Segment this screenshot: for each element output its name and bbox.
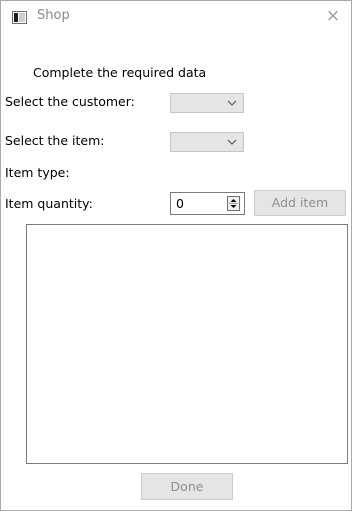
quantity-label: Item quantity: — [5, 196, 93, 211]
customer-combobox[interactable] — [170, 93, 244, 113]
items-listbox[interactable] — [26, 224, 348, 464]
spinner-arrows-icon[interactable] — [227, 196, 240, 211]
item-type-label: Item type: — [5, 165, 70, 180]
app-window-icon — [12, 11, 27, 24]
chevron-down-icon — [227, 135, 237, 152]
add-item-button[interactable]: Add item — [254, 190, 346, 216]
item-label: Select the item: — [5, 133, 105, 148]
chevron-down-icon — [227, 96, 237, 113]
close-button[interactable]: × — [315, 1, 351, 33]
done-button[interactable]: Done — [141, 473, 233, 500]
window-title: Shop — [37, 8, 70, 23]
close-icon: × — [325, 6, 341, 26]
shop-window: Shop × Complete the required data Select… — [0, 0, 352, 511]
form-heading: Complete the required data — [33, 65, 207, 80]
quantity-stepper[interactable]: 0 — [170, 192, 245, 215]
customer-label: Select the customer: — [5, 94, 135, 109]
item-combobox[interactable] — [170, 132, 244, 152]
quantity-value: 0 — [176, 196, 184, 211]
title-bar[interactable]: Shop × — [1, 1, 351, 33]
